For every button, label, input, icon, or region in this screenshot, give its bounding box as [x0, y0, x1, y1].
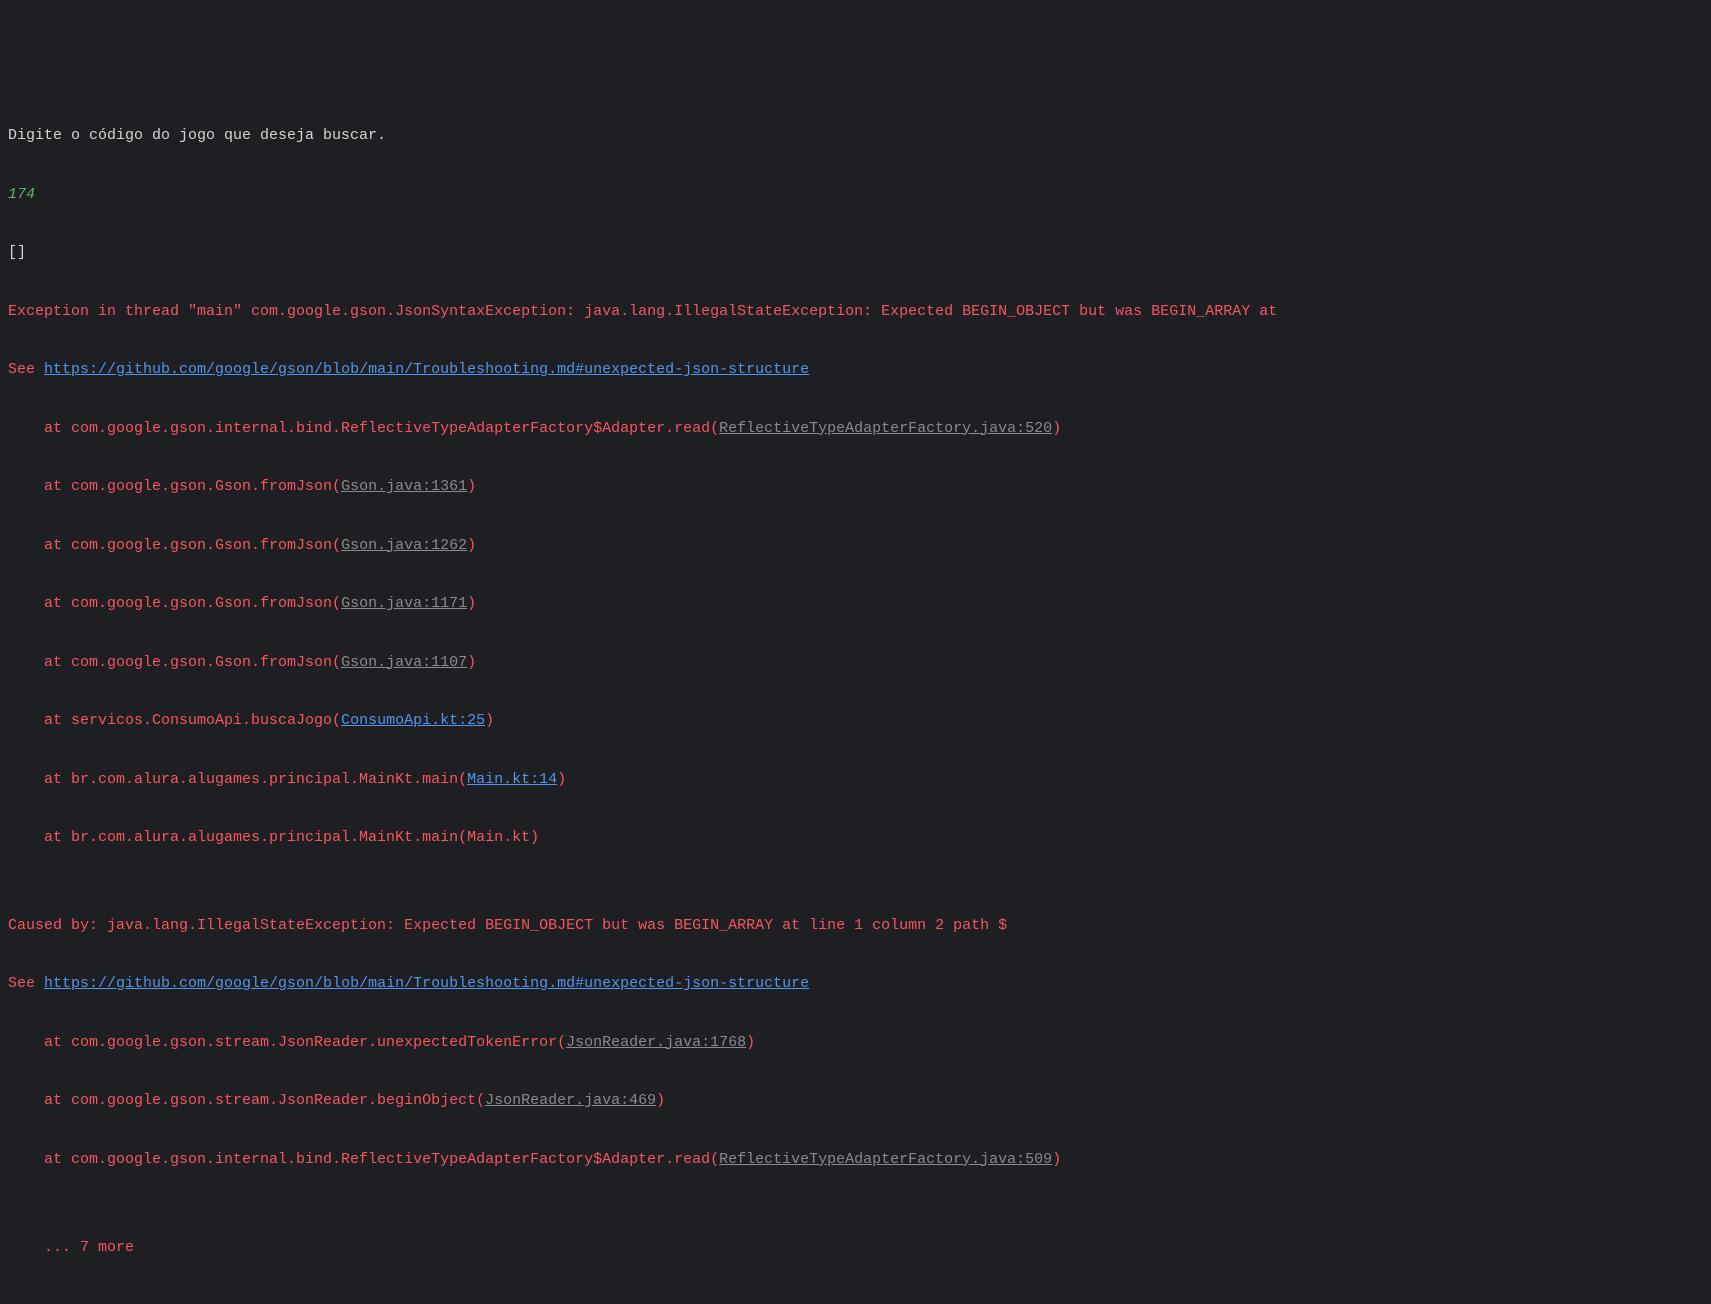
- stack-frame-text: at com.google.gson.internal.bind.Reflect…: [8, 420, 719, 437]
- stack-frame-suffix: ): [557, 771, 566, 788]
- stack-frame-text: at br.com.alura.alugames.principal.MainK…: [8, 771, 467, 788]
- stack-frame: at com.google.gson.Gson.fromJson(Gson.ja…: [8, 472, 1703, 501]
- console-prompt: Digite o código do jogo que deseja busca…: [8, 121, 1703, 150]
- source-link[interactable]: Gson.java:1262: [341, 537, 467, 554]
- stack-frame-suffix: ): [746, 1034, 755, 1051]
- source-link[interactable]: ConsumoApi.kt:25: [341, 712, 485, 729]
- source-link[interactable]: Main.kt:14: [467, 771, 557, 788]
- stack-frame-text: at com.google.gson.stream.JsonReader.beg…: [8, 1092, 485, 1109]
- stack-frame-suffix: ): [467, 595, 476, 612]
- stack-frame: at com.google.gson.Gson.fromJson(Gson.ja…: [8, 589, 1703, 618]
- source-link[interactable]: Gson.java:1361: [341, 478, 467, 495]
- stack-frame-suffix: ): [1052, 420, 1061, 437]
- see-prefix-1: See: [8, 361, 44, 378]
- source-link[interactable]: ReflectiveTypeAdapterFactory.java:509: [719, 1151, 1052, 1168]
- exception-header: Exception in thread "main" com.google.gs…: [8, 297, 1703, 326]
- source-link[interactable]: ReflectiveTypeAdapterFactory.java:520: [719, 420, 1052, 437]
- console-input: 174: [8, 180, 1703, 209]
- source-link[interactable]: Gson.java:1171: [341, 595, 467, 612]
- stack-frame: at com.google.gson.stream.JsonReader.beg…: [8, 1086, 1703, 1115]
- console-output: []: [8, 238, 1703, 267]
- stack-frame: at servicos.ConsumoApi.buscaJogo(Consumo…: [8, 706, 1703, 735]
- stack-frame: at com.google.gson.stream.JsonReader.une…: [8, 1028, 1703, 1057]
- stack-frame: at com.google.gson.Gson.fromJson(Gson.ja…: [8, 531, 1703, 560]
- stack-frame-text: at com.google.gson.internal.bind.Reflect…: [8, 1151, 719, 1168]
- source-link[interactable]: Gson.java:1107: [341, 654, 467, 671]
- stack-frame-suffix: ): [485, 712, 494, 729]
- see-prefix-2: See: [8, 975, 44, 992]
- stack-frame-suffix: ): [1052, 1151, 1061, 1168]
- stack-trace-2: at com.google.gson.stream.JsonReader.une…: [8, 1028, 1703, 1204]
- stack-frame: at br.com.alura.alugames.principal.MainK…: [8, 765, 1703, 794]
- stack-frame: at com.google.gson.internal.bind.Reflect…: [8, 414, 1703, 443]
- more-frames: ... 7 more: [8, 1233, 1703, 1262]
- source-link[interactable]: JsonReader.java:469: [485, 1092, 656, 1109]
- source-link[interactable]: JsonReader.java:1768: [566, 1034, 746, 1051]
- stack-frame-suffix: ): [467, 537, 476, 554]
- stack-frame-suffix: ): [467, 478, 476, 495]
- troubleshooting-link-2[interactable]: https://github.com/google/gson/blob/main…: [44, 975, 809, 992]
- stack-frame: at com.google.gson.internal.bind.Reflect…: [8, 1145, 1703, 1174]
- stack-frame: at br.com.alura.alugames.principal.MainK…: [8, 823, 1703, 852]
- troubleshooting-link-1[interactable]: https://github.com/google/gson/blob/main…: [44, 361, 809, 378]
- stack-frame-text: at com.google.gson.Gson.fromJson(: [8, 537, 341, 554]
- caused-by: Caused by: java.lang.IllegalStateExcepti…: [8, 911, 1703, 940]
- stack-frame-text: at com.google.gson.Gson.fromJson(: [8, 654, 341, 671]
- stack-frame-text: at com.google.gson.stream.JsonReader.une…: [8, 1034, 566, 1051]
- stack-frame-text: at com.google.gson.Gson.fromJson(: [8, 478, 341, 495]
- stack-frame-suffix: ): [656, 1092, 665, 1109]
- see-link-line-2: See https://github.com/google/gson/blob/…: [8, 969, 1703, 998]
- stack-frame-suffix: ): [467, 654, 476, 671]
- stack-trace: at com.google.gson.internal.bind.Reflect…: [8, 414, 1703, 882]
- stack-frame-text: at com.google.gson.Gson.fromJson(: [8, 595, 341, 612]
- stack-frame-text: at servicos.ConsumoApi.buscaJogo(: [8, 712, 341, 729]
- stack-frame-text: at br.com.alura.alugames.principal.MainK…: [8, 829, 539, 846]
- see-link-line-1: See https://github.com/google/gson/blob/…: [8, 355, 1703, 384]
